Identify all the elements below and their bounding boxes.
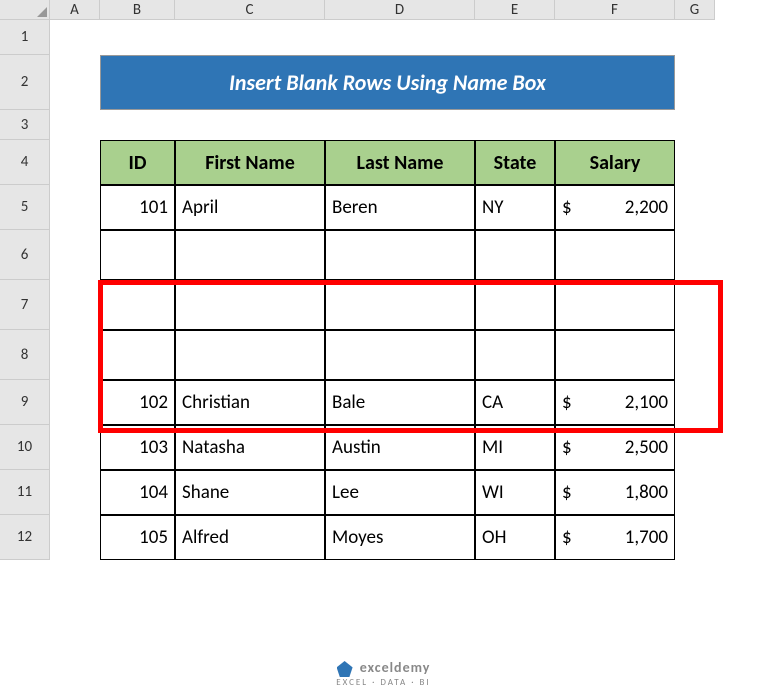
cell-first[interactable]: Alfred (175, 515, 325, 560)
cell-id[interactable]: 105 (100, 515, 175, 560)
cell-salary[interactable] (555, 330, 675, 380)
cell-salary[interactable]: $1,800 (555, 470, 675, 515)
exceldemy-logo-icon (337, 661, 353, 677)
cell-salary[interactable]: $2,500 (555, 425, 675, 470)
cell-state[interactable]: NY (475, 185, 555, 230)
cell-last[interactable]: Beren (325, 185, 475, 230)
cell-salary[interactable] (555, 230, 675, 280)
col-header-g[interactable]: G (675, 0, 715, 20)
cell-salary[interactable]: $2,200 (555, 185, 675, 230)
cell-first[interactable]: Shane (175, 470, 325, 515)
cell-id[interactable]: 102 (100, 380, 175, 425)
row-header-3[interactable]: 3 (0, 110, 50, 140)
th-salary[interactable]: Salary (555, 140, 675, 185)
row-header-12[interactable]: 12 (0, 515, 50, 560)
row-header-11[interactable]: 11 (0, 470, 50, 515)
watermark: exceldemy EXCEL · DATA · BI (0, 659, 767, 688)
col-header-f[interactable]: F (555, 0, 675, 20)
watermark-sub: EXCEL · DATA · BI (0, 677, 767, 688)
cell-salary[interactable] (555, 280, 675, 330)
row-header-9[interactable]: 9 (0, 380, 50, 425)
cell-state[interactable]: CA (475, 380, 555, 425)
th-last-name[interactable]: Last Name (325, 140, 475, 185)
cell-first[interactable] (175, 330, 325, 380)
cell-id[interactable] (100, 330, 175, 380)
th-id[interactable]: ID (100, 140, 175, 185)
col-header-a[interactable]: A (50, 0, 100, 20)
cell-id[interactable]: 101 (100, 185, 175, 230)
cell-id[interactable]: 104 (100, 470, 175, 515)
col-header-d[interactable]: D (325, 0, 475, 20)
row-header-7[interactable]: 7 (0, 280, 50, 330)
cell-state[interactable]: OH (475, 515, 555, 560)
watermark-text: exceldemy (360, 659, 431, 676)
cell-last[interactable] (325, 330, 475, 380)
cell-first[interactable] (175, 230, 325, 280)
cell-id[interactable] (100, 230, 175, 280)
cell-last[interactable] (325, 230, 475, 280)
th-state[interactable]: State (475, 140, 555, 185)
cell-first[interactable]: April (175, 185, 325, 230)
row-header-4[interactable]: 4 (0, 140, 50, 185)
row-header-5[interactable]: 5 (0, 185, 50, 230)
cell-salary[interactable]: $2,100 (555, 380, 675, 425)
cell-state[interactable] (475, 280, 555, 330)
cell-salary[interactable]: $1,700 (555, 515, 675, 560)
cell-state[interactable] (475, 330, 555, 380)
row-header-1[interactable]: 1 (0, 20, 50, 55)
title-banner[interactable]: Insert Blank Rows Using Name Box (100, 55, 675, 110)
cell-state[interactable]: MI (475, 425, 555, 470)
select-all-corner[interactable] (0, 0, 50, 20)
cell-first[interactable]: Christian (175, 380, 325, 425)
spreadsheet-grid: A B C D E F G 1 2 3 4 5 6 7 8 9 10 11 12… (0, 0, 767, 560)
row-header-8[interactable]: 8 (0, 330, 50, 380)
cell-id[interactable] (100, 280, 175, 330)
cell-last[interactable]: Lee (325, 470, 475, 515)
cell-last[interactable]: Moyes (325, 515, 475, 560)
row-header-6[interactable]: 6 (0, 230, 50, 280)
cell-first[interactable] (175, 280, 325, 330)
th-first-name[interactable]: First Name (175, 140, 325, 185)
cell-last[interactable] (325, 280, 475, 330)
cell-last[interactable]: Austin (325, 425, 475, 470)
cell-state[interactable]: WI (475, 470, 555, 515)
col-header-c[interactable]: C (175, 0, 325, 20)
col-header-b[interactable]: B (100, 0, 175, 20)
row-header-2[interactable]: 2 (0, 55, 50, 110)
cell-first[interactable]: Natasha (175, 425, 325, 470)
row-header-10[interactable]: 10 (0, 425, 50, 470)
cell-last[interactable]: Bale (325, 380, 475, 425)
cell-id[interactable]: 103 (100, 425, 175, 470)
cell-state[interactable] (475, 230, 555, 280)
col-header-e[interactable]: E (475, 0, 555, 20)
